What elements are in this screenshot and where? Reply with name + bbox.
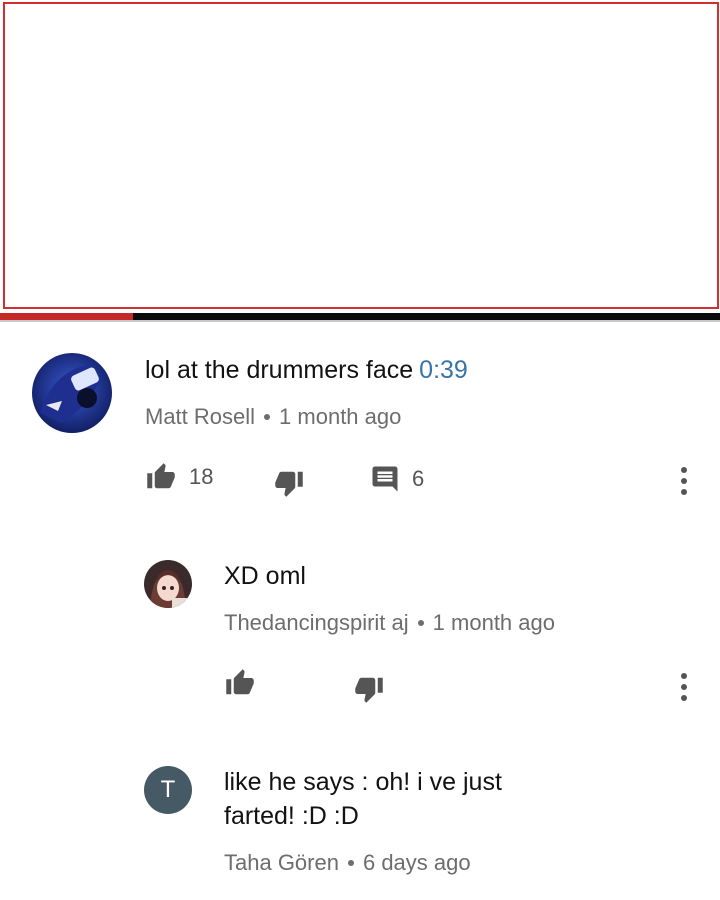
reply-count: 6 xyxy=(412,466,425,491)
thumbs-up-icon xyxy=(145,462,177,492)
comment-meta: Thedancingspirit aj 1 month ago xyxy=(224,610,555,636)
like-button[interactable] xyxy=(224,668,256,698)
thumbs-down-icon xyxy=(273,468,305,498)
comment-meta: Taha Gören 6 days ago xyxy=(224,850,471,876)
thumbs-down-icon xyxy=(353,674,385,704)
commenter-avatar[interactable]: T xyxy=(144,766,192,814)
video-progress-fill xyxy=(0,313,134,320)
thumbs-up-icon xyxy=(224,668,256,698)
comment-text: lol at the drummers face 0:39 xyxy=(145,353,468,387)
author-name[interactable]: Thedancingspirit aj xyxy=(224,610,409,635)
comment-age: 6 days ago xyxy=(362,850,471,875)
separator-dot xyxy=(417,619,424,626)
commenter-avatar[interactable] xyxy=(32,353,112,433)
comment-icon xyxy=(370,464,400,494)
like-count: 18 xyxy=(189,464,214,489)
author-name[interactable]: Matt Rosell xyxy=(145,404,255,429)
comment-text: like he says : oh! i ve just farted! :D … xyxy=(224,768,502,830)
separator-dot xyxy=(347,859,354,866)
like-button[interactable]: 18 xyxy=(145,462,213,492)
more-options-icon[interactable] xyxy=(672,670,696,704)
commenter-avatar[interactable] xyxy=(144,560,192,608)
comment-age: 1 month ago xyxy=(279,404,402,429)
comment-text: XD oml xyxy=(224,562,306,590)
dislike-button[interactable] xyxy=(273,468,305,498)
dislike-button[interactable] xyxy=(353,674,385,704)
timestamp-link[interactable]: 0:39 xyxy=(419,356,468,384)
separator-dot xyxy=(264,413,271,420)
author-name[interactable]: Taha Gören xyxy=(224,850,339,875)
divider xyxy=(0,320,720,322)
comment-meta: Matt Rosell 1 month ago xyxy=(145,404,401,430)
comment-age: 1 month ago xyxy=(432,610,555,635)
video-progress-bar[interactable] xyxy=(0,313,720,320)
reply-button[interactable]: 6 xyxy=(370,464,424,494)
comment-body: lol at the drummers face xyxy=(145,356,414,384)
avatar-letter: T xyxy=(160,776,176,803)
video-player[interactable] xyxy=(3,2,719,309)
more-options-icon[interactable] xyxy=(672,464,696,498)
